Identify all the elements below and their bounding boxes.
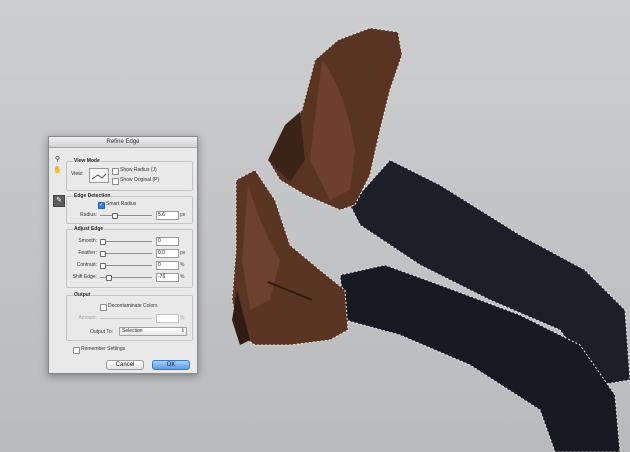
shift-edge-field[interactable]: -76 <box>156 273 179 282</box>
output-group: Output Decontaminate Colors Amount: % Ou… <box>66 292 193 341</box>
zoom-icon[interactable]: ⚲ <box>53 155 62 164</box>
radius-unit: px <box>180 212 186 218</box>
radius-slider-knob[interactable] <box>112 213 118 219</box>
contrast-slider-knob[interactable] <box>100 263 106 269</box>
smooth-label: Smooth: <box>78 238 97 244</box>
output-to-label: Output To: <box>90 329 113 335</box>
amount-label: Amount: <box>78 315 97 321</box>
dialog-title: Refine Edge <box>49 137 197 148</box>
shift-edge-row: Shift Edge: -76 % <box>67 273 192 282</box>
adjust-edge-group: Adjust Edge Smooth: 0 Feather: 0.0 px Co… <box>66 226 193 288</box>
decontaminate-checkbox[interactable] <box>100 304 107 311</box>
feather-row: Feather: 0.0 px <box>67 249 192 258</box>
output-title: Output <box>73 292 92 298</box>
show-radius-label: Show Radius (J) <box>120 167 157 173</box>
edge-detection-group: Edge Detection Smart Radius Radius: 5.6 … <box>66 193 193 224</box>
amount-row: Amount: % <box>67 314 192 323</box>
feather-field[interactable]: 0.0 <box>156 249 179 258</box>
smooth-slider-knob[interactable] <box>100 239 106 245</box>
output-to-select[interactable]: Selection ⇕ <box>119 327 187 336</box>
radius-row: Radius: 5.6 px <box>67 211 192 220</box>
output-to-value: Selection <box>122 328 143 334</box>
cancel-button[interactable]: Cancel <box>106 360 144 370</box>
contrast-unit: % <box>180 262 185 268</box>
feather-unit: px <box>180 250 186 256</box>
shift-edge-slider-knob[interactable] <box>106 275 112 281</box>
hand-icon[interactable]: ✋ <box>53 166 62 175</box>
smooth-slider[interactable] <box>100 239 152 245</box>
contrast-field[interactable]: 0 <box>156 261 179 270</box>
show-radius-checkbox[interactable] <box>112 168 119 175</box>
smooth-row: Smooth: 0 <box>67 237 192 246</box>
radius-label: Radius: <box>80 212 97 218</box>
ok-button[interactable]: OK <box>152 360 190 370</box>
refine-edge-dialog: Refine Edge ⚲ ✋ ✎ View Mode View: Show R… <box>48 136 198 374</box>
contrast-label: Contrast: <box>76 262 97 268</box>
amount-field[interactable] <box>156 314 179 323</box>
contrast-slider[interactable] <box>100 263 152 269</box>
view-label: View: <box>71 171 84 177</box>
contrast-row: Contrast: 0 % <box>67 261 192 270</box>
view-thumb-icon <box>91 173 107 180</box>
refine-radius-brush-icon[interactable]: ✎ <box>53 195 65 207</box>
decontaminate-label: Decontaminate Colors <box>108 303 158 309</box>
smooth-field[interactable]: 0 <box>156 237 179 246</box>
amount-unit: % <box>180 315 185 321</box>
show-original-checkbox[interactable] <box>112 178 119 185</box>
shift-edge-unit: % <box>180 274 185 280</box>
radius-field[interactable]: 5.6 <box>156 211 179 220</box>
remember-settings-checkbox[interactable] <box>73 347 80 354</box>
view-mode-title: View Mode <box>73 158 101 164</box>
amount-slider[interactable] <box>100 318 152 319</box>
chevron-updown-icon: ⇕ <box>180 328 185 334</box>
smart-radius-checkbox[interactable] <box>98 202 105 209</box>
smart-radius-label: Smart Radius <box>106 201 137 207</box>
view-mode-group: View Mode View: Show Radius (J) Show Ori… <box>66 158 193 191</box>
feather-slider-knob[interactable] <box>100 251 106 257</box>
tool-column: ⚲ ✋ ✎ <box>53 155 65 207</box>
adjust-edge-title: Adjust Edge <box>73 226 105 232</box>
view-mode-picker[interactable] <box>89 168 109 183</box>
show-original-label: Show Original (P) <box>120 177 160 183</box>
feather-label: Feather: <box>78 250 97 256</box>
radius-slider[interactable] <box>100 213 152 219</box>
feather-slider[interactable] <box>100 251 152 257</box>
shift-edge-label: Shift Edge: <box>72 274 97 280</box>
edge-detection-title: Edge Detection <box>73 193 112 199</box>
shift-edge-slider[interactable] <box>100 275 152 281</box>
remember-settings-label: Remember Settings <box>81 346 126 352</box>
